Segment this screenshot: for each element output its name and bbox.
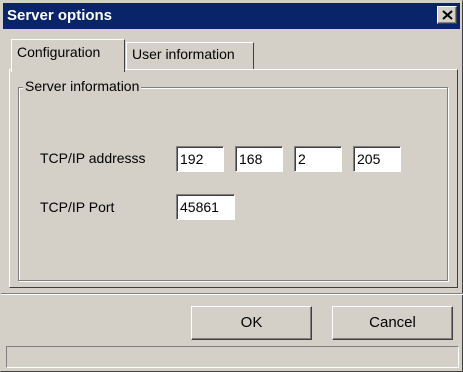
configuration-panel: Server information TCP/IP addresss 192 1…	[9, 69, 458, 288]
tab-configuration[interactable]: Configuration	[11, 39, 125, 72]
window-title: Server options	[7, 7, 113, 24]
tab-user-information[interactable]: User information	[126, 42, 254, 69]
server-information-label: Server information	[23, 77, 142, 95]
ip-octet-1-input[interactable]: 192	[176, 146, 224, 172]
ip-octet-2-input[interactable]: 168	[235, 146, 283, 172]
ip-octet-4-input[interactable]: 205	[353, 146, 401, 172]
close-icon	[442, 10, 453, 20]
cancel-button[interactable]: Cancel	[332, 306, 453, 340]
server-information-group	[18, 87, 448, 281]
tab-configuration-label: Configuration	[17, 44, 101, 60]
tcpip-port-label: TCP/IP Port	[40, 199, 115, 215]
server-options-dialog: Server options Configuration User inform…	[0, 0, 463, 372]
title-bar[interactable]: Server options	[3, 3, 460, 29]
tcpip-port-input[interactable]: 45861	[176, 194, 235, 220]
ok-button[interactable]: OK	[191, 306, 312, 340]
tcpip-address-label: TCP/IP addresss	[40, 150, 146, 166]
divider	[1, 293, 463, 295]
tab-user-information-label: User information	[132, 46, 235, 62]
status-bar	[6, 346, 459, 368]
ip-octet-3-input[interactable]: 2	[294, 146, 342, 172]
close-button[interactable]	[437, 6, 457, 24]
